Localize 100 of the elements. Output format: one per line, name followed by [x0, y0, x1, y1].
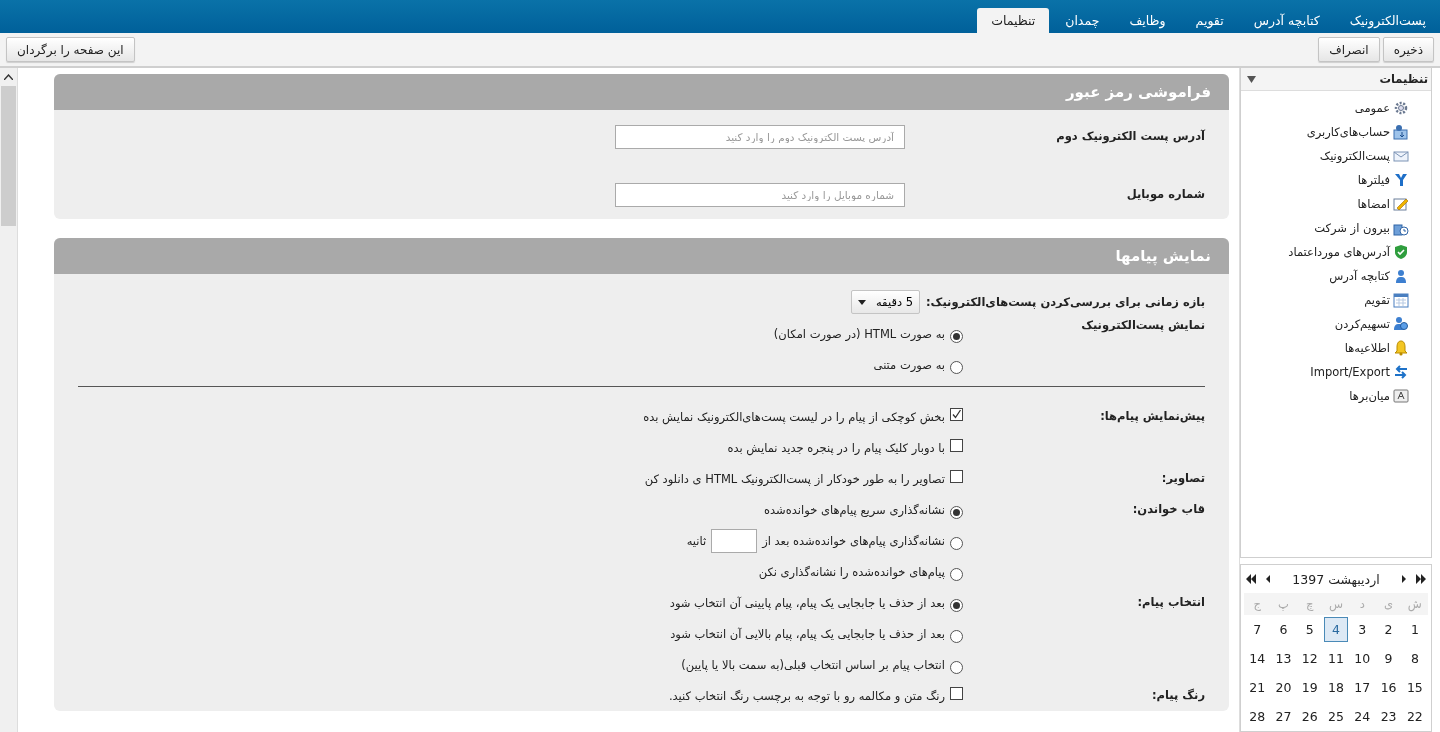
calendar-day[interactable]: 18 — [1323, 675, 1349, 700]
weekday-label: ی — [1375, 593, 1402, 615]
calendar-day[interactable]: 27 — [1271, 704, 1296, 729]
nav-tab[interactable]: تقویم — [1181, 8, 1238, 33]
checkbox[interactable] — [950, 470, 963, 483]
calendar-day[interactable]: 25 — [1323, 704, 1349, 729]
nav-tab[interactable]: پست‌الکترونیک — [1335, 8, 1440, 33]
sidebar-item[interactable]: میان‌برها — [1241, 387, 1409, 405]
calendar-day[interactable]: 20 — [1271, 675, 1296, 700]
option-label: انتخاب پیام بر اساس انتخاب قبلی(به سمت بالا یا پایین) — [681, 657, 945, 672]
radio-button[interactable] — [950, 661, 963, 674]
calendar-day[interactable]: 10 — [1350, 646, 1375, 671]
checkbox[interactable] — [950, 687, 963, 700]
sidebar-item[interactable]: فیلترها — [1241, 171, 1409, 189]
weekday-label: پ — [1270, 593, 1297, 615]
calendar-day[interactable]: 6 — [1271, 617, 1296, 642]
revert-button[interactable]: این صفحه را برگردان — [6, 37, 135, 62]
checkbox[interactable] — [950, 439, 963, 452]
interval-dropdown[interactable]: 5 دقیقه — [850, 290, 920, 314]
sidebar-item-icon — [1393, 148, 1409, 164]
nav-tab[interactable]: وظایف — [1115, 8, 1180, 33]
seconds-field[interactable] — [711, 528, 758, 553]
weekday-label: چ — [1296, 593, 1323, 615]
option-label: با دوبار کلیک پیام را در پنجره جدید نمایش بده — [727, 440, 945, 455]
calendar-day[interactable]: 14 — [1245, 646, 1270, 671]
radio-button[interactable] — [950, 330, 963, 343]
scrollbar-thumb[interactable] — [1, 86, 16, 226]
sidebar-item[interactable]: بیرون از شرکت — [1241, 219, 1409, 237]
sidebar-item[interactable]: حساب‌های‌کاربری — [1241, 123, 1409, 141]
option-label: بعد از حذف یا جابجایی یک پیام، پیام پایینی آن انتخاب شود — [669, 595, 945, 610]
calendar-day[interactable]: 24 — [1350, 704, 1375, 729]
collapse-icon[interactable] — [1247, 75, 1256, 83]
setting-label: قاب خواندن: — [1131, 501, 1205, 519]
calendar-day[interactable]: 5 — [1297, 617, 1322, 642]
radio-button[interactable] — [950, 599, 963, 612]
nav-tab[interactable]: تنظیمات — [977, 8, 1050, 33]
calendar-day[interactable]: 22 — [1402, 704, 1427, 729]
interval-label: بازه زمانی برای بررسی‌کردن پست‌های‌الکترونیک: — [926, 295, 1205, 309]
section-title: فراموشی رمز عبور — [54, 74, 1229, 110]
calendar-day[interactable]: 13 — [1271, 646, 1296, 671]
weekday-label: د — [1349, 593, 1376, 615]
calendar-day[interactable]: 15 — [1402, 675, 1427, 700]
sidebar-item[interactable]: آدرس‌های مورداعتماد — [1241, 243, 1409, 261]
nav-tab[interactable]: چمدان — [1051, 8, 1114, 33]
setting-label: تصاویر: — [1160, 470, 1205, 488]
calendar-day[interactable]: 9 — [1376, 646, 1401, 671]
radio-button[interactable] — [950, 506, 963, 519]
scrollbar[interactable] — [0, 68, 18, 732]
radio-button[interactable] — [950, 630, 963, 643]
sidebar-item-icon — [1393, 244, 1409, 260]
calendar-day[interactable]: 19 — [1297, 675, 1322, 700]
calendar-day[interactable]: 17 — [1350, 675, 1375, 700]
option-label: بعد از حذف یا جابجایی یک پیام، پیام بالایی آن انتخاب شود — [670, 626, 945, 641]
sidebar-item[interactable]: کتابچه آدرس — [1241, 267, 1409, 285]
option-label: به صورت HTML (در صورت امکان) — [773, 326, 945, 341]
radio-button[interactable] — [950, 537, 963, 550]
field-label: آدرس پست الکترونیک دوم — [1055, 128, 1205, 143]
calendar-day[interactable]: 7 — [1245, 617, 1270, 642]
calendar-day[interactable]: 1 — [1402, 617, 1427, 642]
calendar-day[interactable]: 28 — [1245, 704, 1270, 729]
sidebar-item-icon — [1393, 100, 1409, 116]
radio-button[interactable] — [950, 568, 963, 581]
nav-tab[interactable]: کتابچه آدرس — [1239, 8, 1334, 33]
toolbar-button[interactable]: انصراف — [1318, 37, 1380, 62]
sidebar-item[interactable]: امضاها — [1241, 195, 1409, 213]
calendar-day[interactable]: 12 — [1297, 646, 1322, 671]
prev-year-icon[interactable] — [1245, 574, 1257, 584]
calendar-day[interactable]: 3 — [1350, 617, 1375, 642]
section-title: نمایش پیامها — [54, 238, 1229, 274]
setting-label: پیش‌نمایش پیام‌ها: — [1099, 408, 1205, 425]
sidebar-item[interactable]: اطلاعیه‌ها — [1241, 339, 1409, 357]
option-label: تصاویر را به طور خودکار از پست‌الکترونیک HTML ی دانلود کن — [644, 471, 945, 486]
calendar-day[interactable]: 11 — [1323, 646, 1349, 671]
setting-label: انتخاب پیام: — [1136, 594, 1205, 611]
sidebar-item[interactable]: تسهیم‌کردن — [1241, 315, 1409, 333]
calendar-day[interactable]: 21 — [1245, 675, 1270, 700]
calendar-day[interactable]: 4 — [1323, 617, 1349, 642]
sidebar-item[interactable]: پست‌الکترونیک — [1241, 147, 1409, 165]
sidebar-item[interactable]: تقویم — [1241, 291, 1409, 309]
next-year-icon[interactable] — [1415, 574, 1427, 584]
sidebar-item[interactable]: Import/Export — [1241, 363, 1409, 381]
calendar-day[interactable]: 26 — [1297, 704, 1322, 729]
caret-icon — [857, 299, 866, 305]
input-field[interactable]: آدرس پست الکترونیک دوم را وارد کنید — [615, 125, 905, 149]
checkbox[interactable] — [950, 408, 963, 421]
sidebar-item[interactable]: عمومی — [1241, 99, 1409, 117]
calendar-day[interactable]: 16 — [1376, 675, 1401, 700]
sidebar-item-icon — [1393, 172, 1409, 188]
weekday-label: س — [1322, 593, 1350, 615]
scroll-up-icon[interactable] — [4, 74, 13, 80]
calendar-month: اردیبهشت 1397 — [1291, 571, 1381, 587]
option-label: پیام‌های خوانده‌شده را نشانه‌گذاری نکن — [758, 564, 945, 579]
input-field[interactable]: شماره موبایل را وارد کنید — [615, 183, 905, 207]
calendar-day[interactable]: 2 — [1376, 617, 1401, 642]
sidebar-item-icon — [1393, 124, 1409, 140]
toolbar-button[interactable]: ذخیره — [1382, 37, 1434, 62]
calendar-day[interactable]: 23 — [1376, 704, 1401, 729]
sidebar-item-icon — [1393, 340, 1409, 356]
radio-button[interactable] — [950, 361, 963, 374]
calendar-day[interactable]: 8 — [1402, 646, 1427, 671]
